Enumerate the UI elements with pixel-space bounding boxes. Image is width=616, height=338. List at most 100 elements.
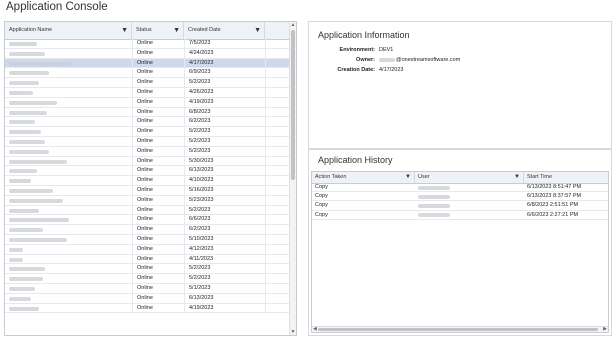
- table-row[interactable]: Online 6/9/2023: [5, 68, 291, 79]
- table-row[interactable]: Online 5/2/2023: [5, 136, 291, 147]
- created-date-cell[interactable]: 5/16/2023: [184, 185, 265, 195]
- status-cell[interactable]: Online: [132, 205, 184, 215]
- table-row[interactable]: Online 5/2/2023: [5, 127, 291, 137]
- table-row[interactable]: Online 5/2/2023: [5, 205, 291, 216]
- application-name-cell[interactable]: [5, 176, 132, 185]
- arrow-up-icon[interactable]: ▲: [290, 22, 296, 28]
- created-date-cell[interactable]: 6/6/2023: [184, 215, 265, 225]
- application-name-cell[interactable]: [5, 117, 132, 126]
- action-taken-cell[interactable]: Copy: [312, 183, 415, 191]
- created-date-cell[interactable]: 6/13/2023: [184, 293, 265, 303]
- created-date-cell[interactable]: 4/12/2023: [184, 244, 265, 254]
- vertical-scrollbar[interactable]: ▲ ▼: [289, 22, 296, 335]
- status-cell[interactable]: Online: [132, 156, 184, 166]
- scrollbar-thumb[interactable]: [291, 30, 295, 180]
- table-row[interactable]: Online 6/13/2023: [5, 166, 291, 177]
- filter-icon[interactable]: ▼: [405, 172, 411, 183]
- status-cell[interactable]: Online: [132, 87, 184, 97]
- application-name-cell[interactable]: [5, 225, 132, 234]
- status-cell[interactable]: Online: [132, 283, 184, 293]
- table-row[interactable]: Online 5/16/2023: [5, 185, 291, 196]
- status-cell[interactable]: Online: [132, 244, 184, 254]
- application-name-cell[interactable]: [5, 166, 132, 175]
- application-name-cell[interactable]: [5, 235, 132, 244]
- application-name-cell[interactable]: [5, 59, 132, 68]
- application-name-cell[interactable]: [5, 127, 132, 136]
- arrow-down-icon[interactable]: ▼: [290, 329, 296, 335]
- application-name-cell[interactable]: [5, 98, 132, 107]
- status-cell[interactable]: Online: [132, 225, 184, 234]
- table-row[interactable]: Online 7/5/2023: [5, 39, 291, 49]
- table-row[interactable]: Online 6/2/2023: [5, 117, 291, 128]
- status-cell[interactable]: Online: [132, 303, 184, 313]
- start-time-cell[interactable]: 6/8/2023 2:51:51 PM: [524, 201, 608, 209]
- history-row[interactable]: Copy 6/8/2023 2:51:51 PM: [312, 201, 608, 211]
- application-name-cell[interactable]: [5, 294, 132, 303]
- history-row[interactable]: Copy 6/13/2023 8:51:47 PM: [312, 183, 608, 193]
- column-header-created-date[interactable]: Created Date ▼: [184, 22, 265, 39]
- history-row[interactable]: Copy 6/6/2023 2:27:21 PM: [312, 211, 608, 220]
- application-name-cell[interactable]: [5, 206, 132, 215]
- table-row[interactable]: Online 6/2/2023: [5, 225, 291, 235]
- created-date-cell[interactable]: 4/19/2023: [184, 97, 265, 107]
- column-header-application-name[interactable]: Application Name ▼: [5, 22, 132, 39]
- application-name-cell[interactable]: [5, 304, 132, 313]
- application-name-cell[interactable]: [5, 284, 132, 293]
- application-name-cell[interactable]: [5, 39, 132, 48]
- created-date-cell[interactable]: 6/9/2023: [184, 68, 265, 78]
- user-cell[interactable]: [415, 201, 524, 209]
- arrow-left-icon[interactable]: ◀: [313, 326, 317, 332]
- created-date-cell[interactable]: 5/2/2023: [184, 136, 265, 146]
- created-date-cell[interactable]: 5/2/2023: [184, 274, 265, 283]
- status-cell[interactable]: Online: [132, 166, 184, 176]
- created-date-cell[interactable]: 4/26/2023: [184, 87, 265, 97]
- created-date-cell[interactable]: 5/10/2023: [184, 234, 265, 244]
- created-date-cell[interactable]: 5/1/2023: [184, 283, 265, 293]
- user-cell[interactable]: [415, 192, 524, 200]
- status-cell[interactable]: Online: [132, 176, 184, 185]
- status-cell[interactable]: Online: [132, 117, 184, 127]
- table-row[interactable]: Online 4/12/2023: [5, 244, 291, 255]
- table-row[interactable]: Online 4/19/2023: [5, 303, 291, 314]
- status-cell[interactable]: Online: [132, 68, 184, 78]
- table-row[interactable]: Online 5/1/2023: [5, 283, 291, 294]
- created-date-cell[interactable]: 5/2/2023: [184, 78, 265, 87]
- created-date-cell[interactable]: 6/2/2023: [184, 225, 265, 234]
- status-cell[interactable]: Online: [132, 136, 184, 146]
- created-date-cell[interactable]: 6/13/2023: [184, 166, 265, 176]
- filter-icon[interactable]: ▼: [514, 172, 520, 183]
- created-date-cell[interactable]: 4/24/2023: [184, 48, 265, 58]
- history-grid[interactable]: Action Taken ▼ User ▼ Start Time Copy 6/1…: [311, 171, 609, 333]
- applications-grid[interactable]: Application Name ▼ Status ▼ Created Date…: [4, 21, 297, 336]
- start-time-cell[interactable]: 6/13/2023 8:37:57 PM: [524, 192, 608, 200]
- application-name-cell[interactable]: [5, 147, 132, 156]
- status-cell[interactable]: Online: [132, 48, 184, 58]
- table-row[interactable]: Online 6/8/2023: [5, 107, 291, 118]
- start-time-cell[interactable]: 6/6/2023 2:27:21 PM: [524, 211, 608, 219]
- action-taken-cell[interactable]: Copy: [312, 211, 415, 219]
- table-row[interactable]: Online 4/17/2023: [5, 58, 291, 69]
- table-row[interactable]: Online 4/19/2023: [5, 97, 291, 108]
- user-cell[interactable]: [415, 183, 524, 191]
- column-header-user[interactable]: User ▼: [415, 172, 524, 183]
- created-date-cell[interactable]: 6/2/2023: [184, 117, 265, 127]
- user-cell[interactable]: [415, 211, 524, 219]
- status-cell[interactable]: Online: [132, 146, 184, 156]
- created-date-cell[interactable]: 5/2/2023: [184, 146, 265, 156]
- status-cell[interactable]: Online: [132, 39, 184, 48]
- created-date-cell[interactable]: 5/2/2023: [184, 127, 265, 136]
- table-row[interactable]: Online 5/2/2023: [5, 78, 291, 88]
- status-cell[interactable]: Online: [132, 293, 184, 303]
- status-cell[interactable]: Online: [132, 78, 184, 87]
- status-cell[interactable]: Online: [132, 264, 184, 274]
- table-row[interactable]: Online 4/11/2023: [5, 254, 291, 265]
- created-date-cell[interactable]: 7/5/2023: [184, 39, 265, 48]
- column-header-action-taken[interactable]: Action Taken ▼: [312, 172, 415, 183]
- created-date-cell[interactable]: 5/2/2023: [184, 264, 265, 274]
- status-cell[interactable]: Online: [132, 195, 184, 205]
- filter-icon[interactable]: ▼: [173, 22, 180, 39]
- start-time-cell[interactable]: 6/13/2023 8:51:47 PM: [524, 183, 608, 191]
- application-name-cell[interactable]: [5, 49, 132, 58]
- status-cell[interactable]: Online: [132, 254, 184, 264]
- status-cell[interactable]: Online: [132, 274, 184, 283]
